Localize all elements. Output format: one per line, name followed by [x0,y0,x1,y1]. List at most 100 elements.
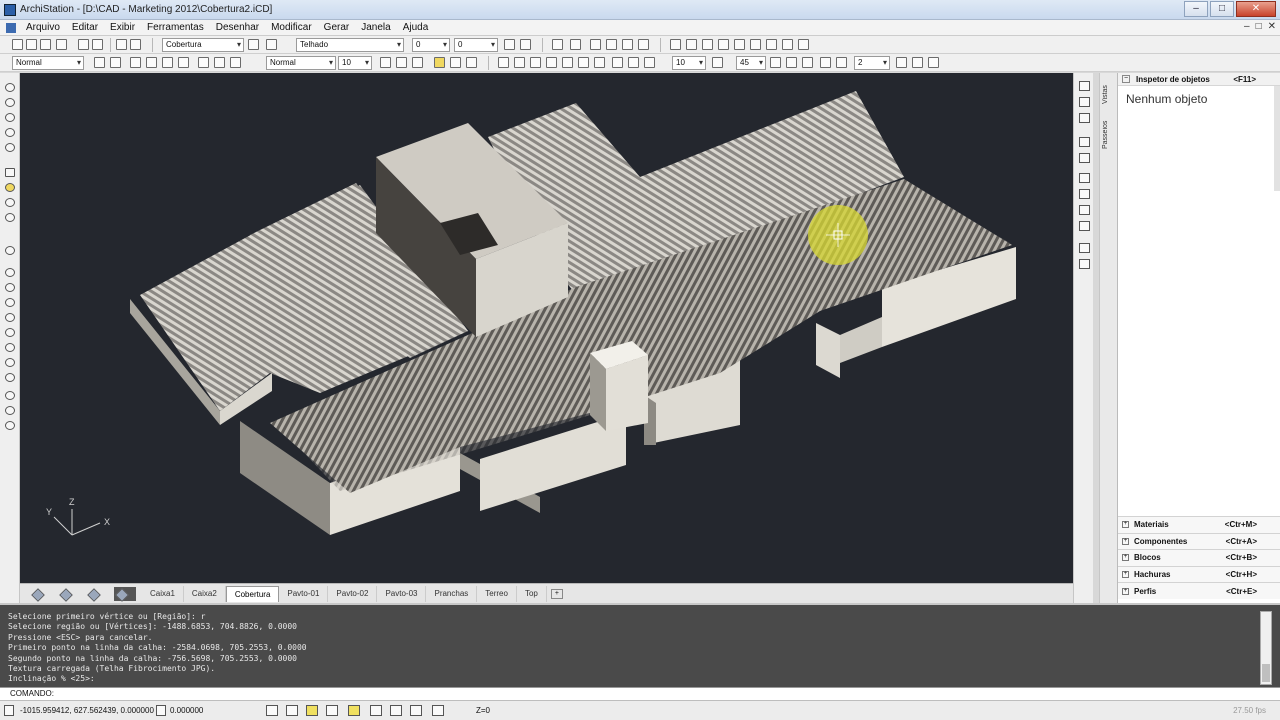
center-icon[interactable] [766,39,777,50]
tab-cobertura[interactable]: Cobertura [225,585,280,602]
array-count-icon[interactable] [836,57,847,68]
tab-pavto-02[interactable]: Pavto-02 [328,585,378,602]
dimension-tool-icon[interactable] [5,391,15,400]
paint-bucket-icon[interactable] [628,57,639,68]
angle-icon[interactable] [770,57,781,68]
menu-gerar[interactable]: Gerar [318,22,356,33]
panel-perfis[interactable]: + Perfis <Ctr+E> [1118,582,1280,599]
close-button[interactable]: ✕ [1236,1,1276,17]
panel-materiais[interactable]: + Materiais <Ctr+M> [1118,516,1280,533]
dim-step-icon[interactable] [712,57,723,68]
scale-tool-icon[interactable] [5,313,15,322]
expand-icon[interactable]: + [1122,587,1129,595]
add-tab-button[interactable]: + [550,588,563,599]
tab-pavto-03[interactable]: Pavto-03 [377,585,427,602]
snap-icon[interactable] [590,39,601,50]
maximize-button[interactable]: □ [1210,1,1234,17]
rectangle-icon[interactable] [130,57,141,68]
paste-icon[interactable] [92,39,103,50]
dimension-icon[interactable] [94,57,105,68]
cut-icon[interactable] [78,39,89,50]
elevation-tool-icon[interactable] [5,406,15,415]
tab-terreo[interactable]: Terreo [477,585,517,602]
zoom-extents-icon[interactable] [5,128,15,137]
measure-icon[interactable] [5,373,15,382]
polar-toggle-icon[interactable] [326,705,338,716]
mdi-restore-button[interactable]: □ [1256,21,1262,32]
panel-blocos[interactable]: + Blocos <Ctr+B> [1118,549,1280,566]
mirror-icon[interactable] [562,57,573,68]
align-center-icon[interactable] [396,57,407,68]
stairs-icon[interactable] [1079,153,1090,163]
light-icon[interactable] [5,268,15,277]
3d-viewport[interactable]: Z X Y [20,73,1073,583]
tab-caixa1[interactable]: Caixa1 [142,585,184,602]
scale-toggle-icon[interactable] [156,705,166,716]
tab-pranchas[interactable]: Pranchas [426,585,478,602]
console-scrollbar[interactable] [1260,611,1272,685]
elevation-field[interactable]: 0 [454,38,498,52]
osnap-toggle-icon[interactable] [348,705,360,716]
track-toggle-icon[interactable] [370,705,382,716]
nearest-icon[interactable] [798,39,809,50]
menu-exibir[interactable]: Exibir [104,22,141,33]
join-icon[interactable] [912,57,923,68]
tab-top[interactable]: Top [517,585,547,602]
expand-icon[interactable]: + [1122,571,1129,579]
undo-icon[interactable] [116,39,127,50]
angle-field[interactable]: 45 [736,56,766,70]
text-size-field[interactable]: 10 [338,56,372,70]
walk-icon[interactable] [5,183,15,192]
menu-modificar[interactable]: Modificar [265,22,318,33]
inspector-scrollbar[interactable] [1274,86,1280,191]
layer-visibility-icon[interactable] [266,39,277,50]
tab-passeios[interactable]: Passeios [1102,117,1116,153]
render-icon[interactable] [5,246,15,255]
draw-line-icon[interactable] [110,57,121,68]
curve-icon[interactable] [578,57,589,68]
tangent-icon[interactable] [782,39,793,50]
text-frame-icon[interactable] [450,57,461,68]
grid-icon[interactable] [638,39,649,50]
ortho-toggle-icon[interactable] [306,705,318,716]
rotate-icon[interactable] [530,57,541,68]
block-icon[interactable] [198,57,209,68]
roof-icon[interactable] [1079,173,1090,183]
cross-icon[interactable] [702,39,713,50]
mdi-close-button[interactable]: ✕ [1268,21,1276,32]
circle-icon[interactable] [734,39,745,50]
inspector-header[interactable]: − Inspetor de objetos <F11> [1118,73,1280,86]
orbit-icon[interactable] [5,143,15,152]
thickness-field[interactable]: 0 [412,38,450,52]
intersect-icon[interactable] [718,39,729,50]
new-file-icon[interactable] [12,39,23,50]
pencil-icon[interactable] [504,39,515,50]
panel-hachuras[interactable]: + Hachuras <Ctr+H> [1118,565,1280,583]
stretch-icon[interactable] [928,57,939,68]
highlight-icon[interactable] [434,57,445,68]
ortho-icon[interactable] [606,39,617,50]
grid-toggle-icon[interactable] [266,705,278,716]
count-field[interactable]: 2 [854,56,890,70]
zoom-window-icon[interactable] [552,39,563,50]
ellipse-icon[interactable] [178,57,189,68]
offset-icon[interactable] [786,57,797,68]
view-solid-icon[interactable] [86,587,108,601]
menu-arquivo[interactable]: Arquivo [20,22,66,33]
mdi-minimize-button[interactable]: – [1244,21,1250,32]
move-icon[interactable] [498,57,509,68]
lineweight-toggle-icon[interactable] [390,705,402,716]
coord-toggle-icon[interactable] [4,705,14,716]
model-toggle-icon[interactable] [410,705,422,716]
pan-icon[interactable] [570,39,581,50]
fillet-icon[interactable] [802,57,813,68]
landscape-icon[interactable] [1079,259,1090,269]
align-left-icon[interactable] [380,57,391,68]
save-icon[interactable] [40,39,51,50]
expand-icon[interactable]: + [1122,554,1129,562]
terrain-icon[interactable] [1079,243,1090,253]
erase-icon[interactable] [612,57,623,68]
tab-caixa2[interactable]: Caixa2 [184,585,226,602]
layer-select[interactable]: Cobertura [162,38,244,52]
camera-icon[interactable] [5,198,15,207]
